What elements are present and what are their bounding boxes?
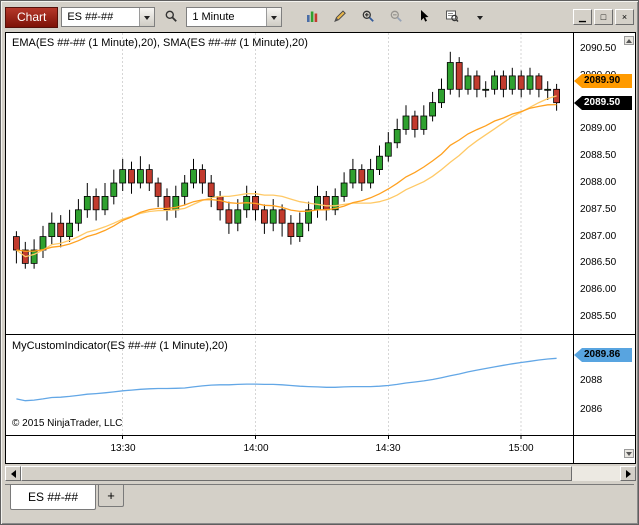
titlebar: Chart ES ##-## 1 Minute [5, 5, 634, 29]
time-axis-label: 14:00 [238, 443, 274, 454]
sma-line [16, 96, 556, 257]
time-axis-label: 14:30 [370, 443, 406, 454]
instrument-value: ES ##-## [62, 11, 139, 23]
cursor-button[interactable] [411, 6, 436, 28]
data-box-icon [445, 9, 459, 26]
indicator-value-badge: 2089.86 [574, 348, 632, 362]
candles [13, 52, 559, 269]
more-tools-button[interactable] [467, 6, 492, 28]
indicator-axis-label: 2086 [580, 404, 602, 416]
price-axis-label: 2089.00 [580, 123, 616, 135]
pencil-icon [333, 9, 347, 26]
zoom-out-icon [389, 9, 403, 26]
scrollbar-track[interactable] [21, 466, 620, 481]
add-tab-button[interactable]: + [98, 485, 124, 507]
cursor-icon [417, 9, 431, 26]
price-panel-indicators-label: EMA(ES ##-## (1 Minute),20), SMA(ES ##-#… [12, 37, 308, 49]
chart-style-button[interactable] [299, 6, 324, 28]
drawing-tools-button[interactable] [327, 6, 352, 28]
search-icon [164, 9, 178, 26]
chevron-down-icon[interactable] [266, 8, 281, 26]
minimize-button[interactable]: ▁ [573, 9, 592, 25]
chart-plot[interactable] [6, 33, 635, 463]
chart-area: EMA(ES ##-## (1 Minute),20), SMA(ES ##-#… [5, 32, 636, 464]
scroll-right-button[interactable] [620, 466, 636, 481]
scroll-left-button[interactable] [5, 466, 21, 481]
chevron-down-icon[interactable] [139, 8, 154, 26]
price-axis-label: 2088.50 [580, 150, 616, 162]
last-price-badge: 2089.50 [574, 96, 632, 110]
triangle-up-icon [626, 36, 632, 43]
copyright-text: © 2015 NinjaTrader, LLC [12, 418, 122, 429]
panel-splitter[interactable] [6, 332, 635, 337]
horizontal-scrollbar[interactable] [5, 466, 636, 481]
interval-selector[interactable]: 1 Minute [186, 7, 282, 27]
interval-value: 1 Minute [187, 11, 266, 23]
chart-style-icon [305, 9, 319, 26]
price-axis-label: 2090.50 [580, 43, 616, 55]
triangle-left-icon [7, 470, 16, 478]
zoom-in-button[interactable] [355, 6, 380, 28]
price-axis-label: 2087.00 [580, 231, 616, 243]
instrument-selector[interactable]: ES ##-## [61, 7, 155, 27]
time-axis-label: 13:30 [105, 443, 141, 454]
ema-value-badge: 2089.90 [574, 74, 632, 88]
price-axis-label: 2086.00 [580, 284, 616, 296]
zoom-in-icon [361, 9, 375, 26]
zoom-out-button [383, 6, 408, 28]
time-axis-label: 15:00 [503, 443, 539, 454]
custom-indicator-line [16, 358, 556, 400]
chart-window: Chart ES ##-## 1 Minute [0, 0, 639, 525]
price-axis-label: 2087.50 [580, 204, 616, 216]
window-controls: ▁ □ × [573, 9, 634, 25]
axis-scroll-up-button[interactable] [624, 36, 634, 45]
price-axis-label: 2085.50 [580, 311, 616, 323]
price-axis-label: 2086.50 [580, 257, 616, 269]
triangle-down-icon [626, 452, 632, 459]
time-axis[interactable]: 13:30 14:00 14:30 15:00 [6, 436, 573, 463]
triangle-right-icon [626, 470, 635, 478]
price-axis-label: 2088.00 [580, 177, 616, 189]
indicator-axis-label: 2088 [580, 375, 602, 387]
axis-scroll-down-button[interactable] [624, 449, 634, 458]
indicator-panel-label: MyCustomIndicator(ES ##-## (1 Minute),20… [12, 340, 228, 352]
window-label: Chart [5, 7, 58, 28]
close-button[interactable]: × [615, 9, 634, 25]
chevron-down-icon [477, 16, 483, 23]
scrollbar-thumb[interactable] [21, 466, 572, 481]
tab-es[interactable]: ES ##-## [10, 485, 96, 510]
instrument-search-button[interactable] [158, 6, 183, 28]
maximize-button[interactable]: □ [594, 9, 613, 25]
data-box-button[interactable] [439, 6, 464, 28]
tab-strip: ES ##-## + [5, 484, 634, 517]
